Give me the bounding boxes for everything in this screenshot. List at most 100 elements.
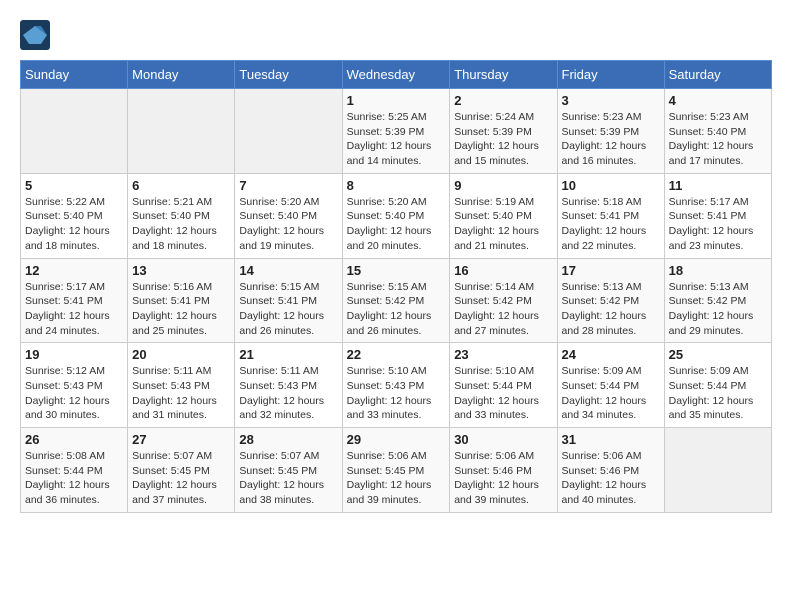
day-info: Sunrise: 5:21 AM Sunset: 5:40 PM Dayligh… bbox=[132, 195, 230, 254]
logo bbox=[20, 20, 54, 50]
calendar-cell: 25 Sunrise: 5:09 AM Sunset: 5:44 PM Dayli… bbox=[664, 343, 771, 428]
logo-icon bbox=[20, 20, 50, 50]
calendar-week-row: 19 Sunrise: 5:12 AM Sunset: 5:43 PM Dayli… bbox=[21, 343, 772, 428]
day-number: 6 bbox=[132, 178, 230, 193]
weekday-header-monday: Monday bbox=[128, 61, 235, 89]
day-info: Sunrise: 5:23 AM Sunset: 5:40 PM Dayligh… bbox=[669, 110, 767, 169]
calendar-cell: 30 Sunrise: 5:06 AM Sunset: 5:46 PM Dayli… bbox=[450, 428, 557, 513]
calendar-cell: 13 Sunrise: 5:16 AM Sunset: 5:41 PM Dayli… bbox=[128, 258, 235, 343]
day-number: 30 bbox=[454, 432, 552, 447]
calendar-cell: 26 Sunrise: 5:08 AM Sunset: 5:44 PM Dayli… bbox=[21, 428, 128, 513]
calendar-cell: 14 Sunrise: 5:15 AM Sunset: 5:41 PM Dayli… bbox=[235, 258, 342, 343]
calendar-week-row: 5 Sunrise: 5:22 AM Sunset: 5:40 PM Daylig… bbox=[21, 173, 772, 258]
calendar-cell: 3Sunrise: 5:23 AM Sunset: 5:39 PM Daylig… bbox=[557, 89, 664, 174]
calendar-cell: 31 Sunrise: 5:06 AM Sunset: 5:46 PM Dayli… bbox=[557, 428, 664, 513]
day-info: Sunrise: 5:09 AM Sunset: 5:44 PM Dayligh… bbox=[562, 364, 660, 423]
day-info: Sunrise: 5:06 AM Sunset: 5:46 PM Dayligh… bbox=[454, 449, 552, 508]
calendar-cell: 21 Sunrise: 5:11 AM Sunset: 5:43 PM Dayli… bbox=[235, 343, 342, 428]
day-number: 3 bbox=[562, 93, 660, 108]
day-info: Sunrise: 5:14 AM Sunset: 5:42 PM Dayligh… bbox=[454, 280, 552, 339]
calendar-cell: 20Sunrise: 5:11 AM Sunset: 5:43 PM Dayli… bbox=[128, 343, 235, 428]
day-number: 5 bbox=[25, 178, 123, 193]
calendar-cell: 23 Sunrise: 5:10 AM Sunset: 5:44 PM Dayli… bbox=[450, 343, 557, 428]
day-info: Sunrise: 5:20 AM Sunset: 5:40 PM Dayligh… bbox=[347, 195, 446, 254]
day-info: Sunrise: 5:10 AM Sunset: 5:44 PM Dayligh… bbox=[454, 364, 552, 423]
calendar-cell: 10Sunrise: 5:18 AM Sunset: 5:41 PM Dayli… bbox=[557, 173, 664, 258]
day-info: Sunrise: 5:07 AM Sunset: 5:45 PM Dayligh… bbox=[132, 449, 230, 508]
weekday-header-row: SundayMondayTuesdayWednesdayThursdayFrid… bbox=[21, 61, 772, 89]
day-number: 2 bbox=[454, 93, 552, 108]
day-number: 17 bbox=[562, 263, 660, 278]
day-info: Sunrise: 5:07 AM Sunset: 5:45 PM Dayligh… bbox=[239, 449, 337, 508]
day-number: 20 bbox=[132, 347, 230, 362]
day-info: Sunrise: 5:22 AM Sunset: 5:40 PM Dayligh… bbox=[25, 195, 123, 254]
calendar-cell: 1Sunrise: 5:25 AM Sunset: 5:39 PM Daylig… bbox=[342, 89, 450, 174]
day-number: 16 bbox=[454, 263, 552, 278]
day-info: Sunrise: 5:11 AM Sunset: 5:43 PM Dayligh… bbox=[239, 364, 337, 423]
day-number: 25 bbox=[669, 347, 767, 362]
day-number: 19 bbox=[25, 347, 123, 362]
day-number: 31 bbox=[562, 432, 660, 447]
calendar-cell bbox=[235, 89, 342, 174]
day-number: 8 bbox=[347, 178, 446, 193]
day-number: 23 bbox=[454, 347, 552, 362]
calendar-cell: 24 Sunrise: 5:09 AM Sunset: 5:44 PM Dayli… bbox=[557, 343, 664, 428]
day-info: Sunrise: 5:13 AM Sunset: 5:42 PM Dayligh… bbox=[562, 280, 660, 339]
calendar-cell bbox=[128, 89, 235, 174]
day-info: Sunrise: 5:19 AM Sunset: 5:40 PM Dayligh… bbox=[454, 195, 552, 254]
weekday-header-thursday: Thursday bbox=[450, 61, 557, 89]
day-number: 13 bbox=[132, 263, 230, 278]
calendar-week-row: 12 Sunrise: 5:17 AM Sunset: 5:41 PM Dayli… bbox=[21, 258, 772, 343]
day-info: Sunrise: 5:25 AM Sunset: 5:39 PM Dayligh… bbox=[347, 110, 446, 169]
weekday-header-saturday: Saturday bbox=[664, 61, 771, 89]
day-number: 29 bbox=[347, 432, 446, 447]
weekday-header-wednesday: Wednesday bbox=[342, 61, 450, 89]
calendar-cell: 5 Sunrise: 5:22 AM Sunset: 5:40 PM Daylig… bbox=[21, 173, 128, 258]
day-info: Sunrise: 5:06 AM Sunset: 5:46 PM Dayligh… bbox=[562, 449, 660, 508]
day-info: Sunrise: 5:10 AM Sunset: 5:43 PM Dayligh… bbox=[347, 364, 446, 423]
day-number: 21 bbox=[239, 347, 337, 362]
weekday-header-friday: Friday bbox=[557, 61, 664, 89]
day-info: Sunrise: 5:24 AM Sunset: 5:39 PM Dayligh… bbox=[454, 110, 552, 169]
calendar-week-row: 26 Sunrise: 5:08 AM Sunset: 5:44 PM Dayli… bbox=[21, 428, 772, 513]
day-number: 14 bbox=[239, 263, 337, 278]
day-info: Sunrise: 5:13 AM Sunset: 5:42 PM Dayligh… bbox=[669, 280, 767, 339]
day-number: 22 bbox=[347, 347, 446, 362]
day-info: Sunrise: 5:17 AM Sunset: 5:41 PM Dayligh… bbox=[669, 195, 767, 254]
day-number: 24 bbox=[562, 347, 660, 362]
calendar-cell: 2 Sunrise: 5:24 AM Sunset: 5:39 PM Daylig… bbox=[450, 89, 557, 174]
calendar-cell: 18 Sunrise: 5:13 AM Sunset: 5:42 PM Dayli… bbox=[664, 258, 771, 343]
day-number: 26 bbox=[25, 432, 123, 447]
weekday-header-sunday: Sunday bbox=[21, 61, 128, 89]
day-info: Sunrise: 5:12 AM Sunset: 5:43 PM Dayligh… bbox=[25, 364, 123, 423]
day-number: 12 bbox=[25, 263, 123, 278]
calendar-cell: 17 Sunrise: 5:13 AM Sunset: 5:42 PM Dayli… bbox=[557, 258, 664, 343]
day-number: 28 bbox=[239, 432, 337, 447]
calendar-week-row: 1Sunrise: 5:25 AM Sunset: 5:39 PM Daylig… bbox=[21, 89, 772, 174]
calendar-cell bbox=[21, 89, 128, 174]
day-info: Sunrise: 5:08 AM Sunset: 5:44 PM Dayligh… bbox=[25, 449, 123, 508]
calendar-cell: 11 Sunrise: 5:17 AM Sunset: 5:41 PM Dayli… bbox=[664, 173, 771, 258]
day-number: 7 bbox=[239, 178, 337, 193]
calendar-cell: 22 Sunrise: 5:10 AM Sunset: 5:43 PM Dayli… bbox=[342, 343, 450, 428]
day-info: Sunrise: 5:15 AM Sunset: 5:41 PM Dayligh… bbox=[239, 280, 337, 339]
day-info: Sunrise: 5:09 AM Sunset: 5:44 PM Dayligh… bbox=[669, 364, 767, 423]
calendar-cell: 8 Sunrise: 5:20 AM Sunset: 5:40 PM Daylig… bbox=[342, 173, 450, 258]
day-info: Sunrise: 5:18 AM Sunset: 5:41 PM Dayligh… bbox=[562, 195, 660, 254]
day-number: 11 bbox=[669, 178, 767, 193]
day-number: 27 bbox=[132, 432, 230, 447]
page-header bbox=[20, 20, 772, 50]
calendar-cell: 19 Sunrise: 5:12 AM Sunset: 5:43 PM Dayli… bbox=[21, 343, 128, 428]
day-info: Sunrise: 5:15 AM Sunset: 5:42 PM Dayligh… bbox=[347, 280, 446, 339]
day-info: Sunrise: 5:20 AM Sunset: 5:40 PM Dayligh… bbox=[239, 195, 337, 254]
weekday-header-tuesday: Tuesday bbox=[235, 61, 342, 89]
day-number: 18 bbox=[669, 263, 767, 278]
calendar-cell: 27 Sunrise: 5:07 AM Sunset: 5:45 PM Dayli… bbox=[128, 428, 235, 513]
calendar-cell: 6 Sunrise: 5:21 AM Sunset: 5:40 PM Daylig… bbox=[128, 173, 235, 258]
calendar-cell: 7 Sunrise: 5:20 AM Sunset: 5:40 PM Daylig… bbox=[235, 173, 342, 258]
day-number: 9 bbox=[454, 178, 552, 193]
day-info: Sunrise: 5:17 AM Sunset: 5:41 PM Dayligh… bbox=[25, 280, 123, 339]
calendar-cell: 28 Sunrise: 5:07 AM Sunset: 5:45 PM Dayli… bbox=[235, 428, 342, 513]
day-info: Sunrise: 5:16 AM Sunset: 5:41 PM Dayligh… bbox=[132, 280, 230, 339]
calendar-cell: 9 Sunrise: 5:19 AM Sunset: 5:40 PM Daylig… bbox=[450, 173, 557, 258]
